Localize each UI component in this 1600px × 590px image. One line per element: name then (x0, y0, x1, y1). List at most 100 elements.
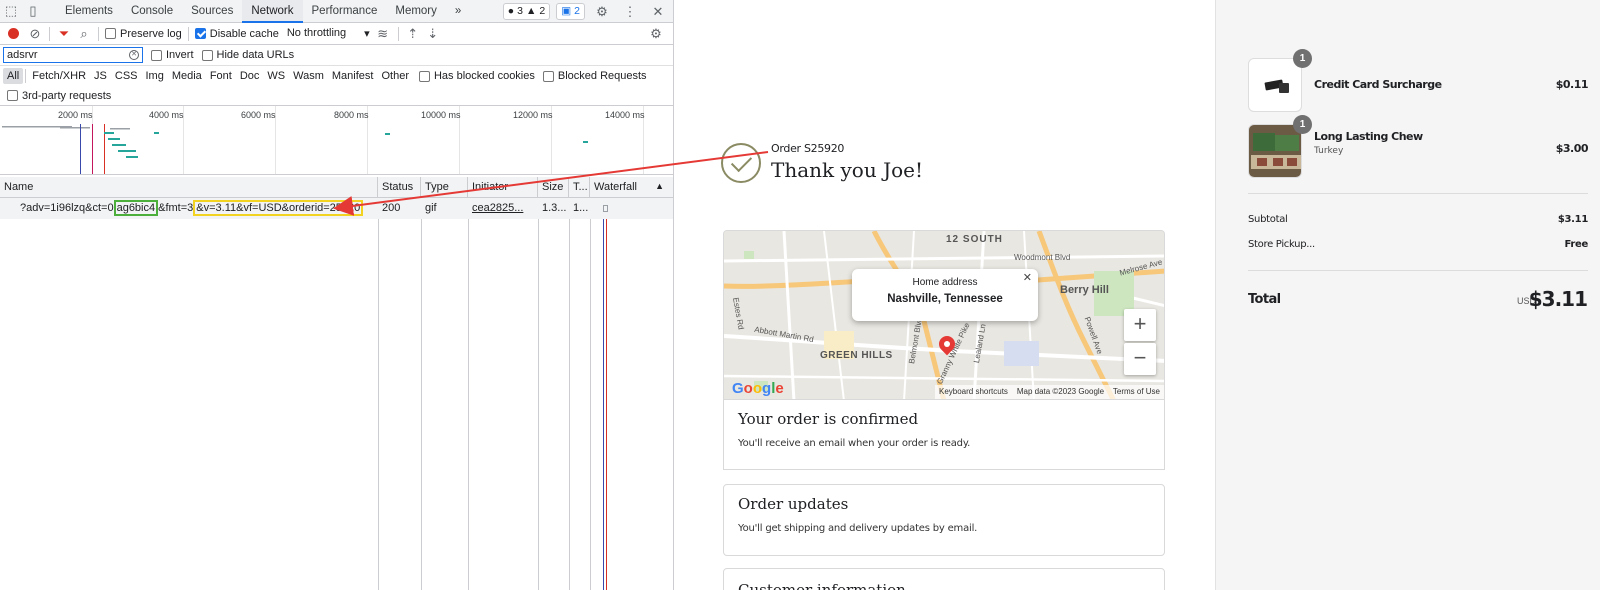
sort-ascending-icon: ▲ (655, 181, 664, 191)
close-icon[interactable]: ✕ (647, 1, 669, 23)
card-title: Customer information (738, 581, 906, 590)
disable-cache-checkbox[interactable]: Disable cache (194, 27, 279, 40)
column-initiator[interactable]: Initiator (468, 177, 538, 198)
column-type[interactable]: Type (421, 177, 468, 198)
order-summary-sidebar: 1 Credit Card Surcharge $0.11 1 Long Las… (1215, 0, 1600, 590)
highlight-order-values: &v=3.11&vf=USD&orderid=25920 (193, 200, 364, 216)
card-body: You'll get shipping and delivery updates… (738, 523, 978, 534)
order-number: Order S25920 (771, 142, 845, 155)
type-doc[interactable]: Doc (236, 68, 264, 84)
type-manifest[interactable]: Manifest (328, 68, 378, 84)
inspect-element-icon[interactable]: ⬚ (0, 0, 22, 22)
quantity-badge: 1 (1293, 49, 1312, 68)
type-ws[interactable]: WS (263, 68, 289, 84)
delivery-map[interactable]: 12 SOUTH Berry Hill GREEN HILLS Abbott M… (723, 230, 1165, 400)
filter-icon[interactable]: ⏷ (56, 23, 72, 45)
map-label-berry-hill: Berry Hill (1060, 284, 1109, 296)
popup-title: Home address (912, 277, 978, 288)
total-value: $3.11 (1528, 287, 1588, 311)
filter-input[interactable]: adsrvr ✕ (3, 47, 143, 63)
import-har-icon[interactable]: ⇡ (405, 23, 421, 45)
request-name-prefix: ?adv=1i96lzq&ct=0 (20, 202, 114, 214)
checkbox-box (7, 90, 18, 101)
type-media[interactable]: Media (168, 68, 206, 84)
column-divider (378, 198, 379, 590)
checkbox-box (418, 70, 430, 82)
record-icon[interactable] (8, 28, 19, 39)
tab-elements[interactable]: Elements (56, 0, 122, 23)
has-blocked-cookies-checkbox[interactable]: Has blocked cookies (418, 70, 535, 82)
export-har-icon[interactable]: ⇣ (425, 23, 441, 45)
blocked-requests-checkbox[interactable]: Blocked Requests (542, 70, 647, 82)
request-initiator-link[interactable]: cea2825... (468, 198, 538, 219)
throttling-select[interactable]: No throttling ▾ (287, 27, 370, 40)
keyboard-shortcuts-link[interactable]: Keyboard shortcuts (939, 387, 1008, 396)
settings-gear-icon[interactable]: ⚙ (591, 1, 613, 23)
filter-value: adsrvr (7, 49, 38, 61)
preserve-log-checkbox[interactable]: Preserve log (105, 28, 182, 40)
type-all[interactable]: All (3, 68, 24, 84)
column-time[interactable]: T... (569, 177, 590, 198)
shipping-label[interactable]: Store Pickup... (1248, 239, 1315, 250)
order-updates-card: Order updates You'll get shipping and de… (723, 484, 1165, 556)
third-party-checkbox[interactable]: 3rd-party requests (7, 90, 111, 102)
network-settings-icon[interactable]: ⚙ (645, 23, 667, 45)
order-confirmed-card: Your order is confirmed You'll receive a… (723, 400, 1165, 470)
issues-badge[interactable]: ● 3 ▲ 2 (502, 3, 551, 20)
type-other[interactable]: Other (377, 68, 413, 84)
network-toolbar: ⊘ ⏷ ⌕ Preserve log Disable cache No thro… (0, 23, 673, 45)
type-img[interactable]: Img (142, 68, 168, 84)
customer-information-card: Customer information (723, 568, 1165, 590)
tab-network[interactable]: Network (242, 0, 303, 23)
zoom-out-button[interactable]: − (1124, 343, 1156, 375)
tab-memory[interactable]: Memory (386, 0, 446, 23)
disable-cache-label: Disable cache (209, 27, 279, 40)
tab-console[interactable]: Console (122, 0, 182, 23)
column-size[interactable]: Size (538, 177, 569, 198)
type-wasm[interactable]: Wasm (289, 68, 328, 84)
column-status[interactable]: Status (378, 177, 421, 198)
message-count: 2 (574, 5, 580, 17)
kebab-menu-icon[interactable]: ⋮ (619, 1, 641, 23)
popup-close-icon[interactable]: ✕ (1023, 271, 1032, 284)
invert-checkbox[interactable]: Invert (151, 49, 194, 61)
hide-data-urls-checkbox[interactable]: Hide data URLs (201, 49, 294, 61)
toolbar-divider (397, 26, 399, 41)
column-divider (569, 198, 570, 590)
summary-divider (1248, 270, 1588, 271)
messages-badge[interactable]: ▣ 2 (556, 3, 585, 20)
type-js[interactable]: JS (90, 68, 111, 84)
clear-filter-icon[interactable]: ✕ (129, 50, 139, 60)
clear-icon[interactable]: ⊘ (27, 23, 43, 45)
device-toolbar-icon[interactable]: ▯ (22, 0, 44, 22)
tab-sources[interactable]: Sources (182, 0, 242, 23)
column-name[interactable]: Name (0, 177, 378, 198)
network-overview-timeline[interactable]: 2000 ms 4000 ms 6000 ms 8000 ms 10000 ms… (0, 106, 673, 175)
table-body: ?adv=1i96lzq&ct=0 ag6bic4 &fmt=3 &v=3.11&vf… (0, 198, 673, 590)
devtools-tab-bar: ⬚ ▯ Elements Console Sources Network Per… (0, 0, 673, 23)
type-fetch-xhr[interactable]: Fetch/XHR (28, 68, 90, 84)
table-row[interactable]: ?adv=1i96lzq&ct=0 ag6bic4 &fmt=3 &v=3.11&vf… (0, 198, 673, 219)
devtools-panel: ⬚ ▯ Elements Console Sources Network Per… (0, 0, 674, 590)
zoom-in-button[interactable]: + (1124, 309, 1156, 341)
product-thumbnail (1248, 58, 1302, 112)
checkbox-box (105, 28, 116, 39)
thank-you-heading: Thank you Joe! (771, 158, 924, 182)
chew-product-image (1249, 125, 1301, 177)
type-css[interactable]: CSS (111, 68, 142, 84)
type-font[interactable]: Font (206, 68, 236, 84)
waterfall-marker (606, 198, 607, 590)
tab-performance[interactable]: Performance (303, 0, 387, 23)
timeline-activity-bars (2, 124, 588, 174)
order-confirmation-page: Order S25920 Thank you Joe! 12 SOUTH Ber… (675, 0, 1215, 590)
more-tabs-button[interactable]: » (446, 0, 470, 23)
network-conditions-icon[interactable]: ≋ (374, 23, 392, 45)
total-label: Total (1248, 292, 1281, 307)
terms-of-use-link[interactable]: Terms of Use (1113, 387, 1160, 396)
item-price: $3.00 (1555, 142, 1589, 155)
column-divider (590, 198, 591, 590)
item-name: Credit Card Surcharge (1314, 78, 1442, 91)
request-name[interactable]: ?adv=1i96lzq&ct=0 ag6bic4 &fmt=3 &v=3.11&vf… (6, 198, 378, 219)
toolbar-divider (98, 26, 99, 41)
search-icon[interactable]: ⌕ (76, 23, 92, 45)
